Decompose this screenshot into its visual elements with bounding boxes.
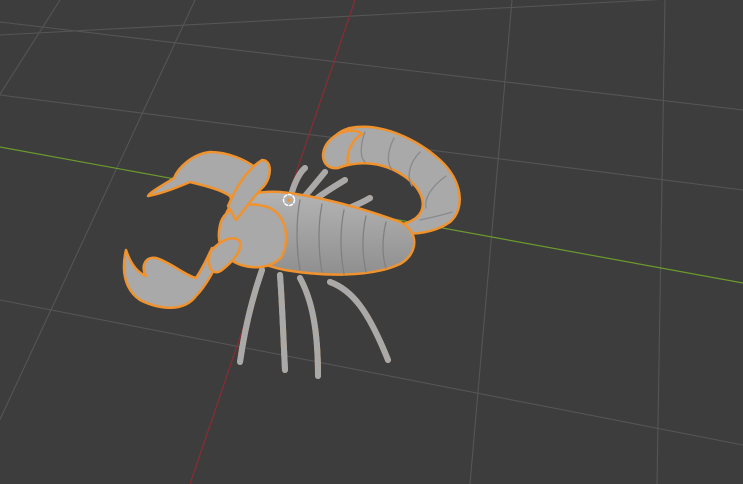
3d-viewport[interactable] — [0, 0, 743, 484]
viewport-canvas[interactable] — [0, 0, 743, 484]
claw-arm-lower — [207, 237, 242, 274]
grid-line — [0, 0, 61, 96]
grid-line — [0, 21, 743, 111]
grid-line — [469, 0, 513, 484]
scorpion-mesh[interactable] — [122, 125, 461, 379]
grid-line — [0, 0, 196, 421]
scorpion-claw-lower — [122, 246, 222, 309]
grid-line — [656, 0, 666, 484]
grid-line — [0, 0, 661, 36]
